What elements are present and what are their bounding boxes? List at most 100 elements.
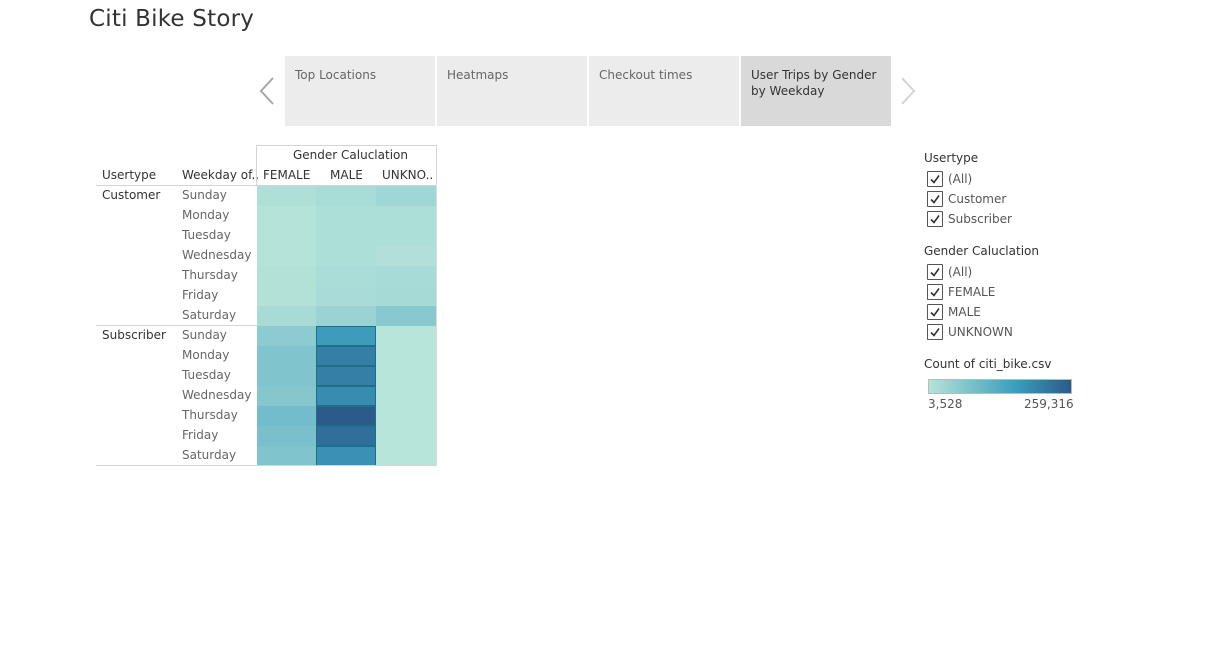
- table-bottom-border: [96, 465, 437, 466]
- story-point-user-trips-by-gender[interactable]: User Trips by Gender by Weekday: [741, 56, 891, 126]
- story-point-label: User Trips by Gender by Weekday: [751, 68, 877, 98]
- heatmap-cell[interactable]: [257, 306, 317, 326]
- weekday-label: Monday: [182, 208, 230, 222]
- story-point-heatmaps[interactable]: Heatmaps: [437, 56, 587, 126]
- chevron-right-icon[interactable]: [899, 76, 917, 106]
- row-header-weekday[interactable]: Weekday of..: [182, 168, 259, 182]
- heatmap-cell[interactable]: [376, 226, 436, 246]
- heatmap-cell[interactable]: [257, 206, 317, 226]
- checkmark-icon[interactable]: [927, 264, 943, 280]
- checkbox-label: FEMALE: [948, 285, 996, 299]
- heatmap-cell[interactable]: [316, 406, 376, 426]
- heatmap-cell[interactable]: [376, 306, 436, 326]
- heatmap-cell[interactable]: [316, 286, 376, 306]
- heatmap-cell[interactable]: [257, 226, 317, 246]
- heatmap-cell[interactable]: [376, 346, 436, 366]
- column-header-unknown[interactable]: UNKNO..: [382, 168, 433, 182]
- heatmap-cell[interactable]: [316, 446, 376, 466]
- heatmap-cell[interactable]: [376, 186, 436, 206]
- checkmark-icon[interactable]: [927, 171, 943, 187]
- weekday-label: Thursday: [182, 268, 238, 282]
- weekday-label: Wednesday: [182, 388, 252, 402]
- story-point-top-locations[interactable]: Top Locations: [285, 56, 435, 126]
- weekday-label: Friday: [182, 288, 219, 302]
- gender-filter-title: Gender Caluclation: [924, 244, 1039, 258]
- heatmap-cell[interactable]: [257, 406, 317, 426]
- heatmap-cell[interactable]: [257, 326, 317, 346]
- heatmap-cell[interactable]: [316, 366, 376, 386]
- checkmark-icon[interactable]: [927, 211, 943, 227]
- checkmark-icon[interactable]: [927, 324, 943, 340]
- story-title: Citi Bike Story: [89, 6, 255, 32]
- heatmap-cell[interactable]: [316, 226, 376, 246]
- heatmap-cell[interactable]: [257, 446, 317, 466]
- usertype-option-all[interactable]: (All): [927, 171, 972, 187]
- heatmap-cell[interactable]: [316, 266, 376, 286]
- color-legend-max: 259,316: [1024, 397, 1074, 411]
- heatmap-cell[interactable]: [376, 386, 436, 406]
- heatmap-cell[interactable]: [257, 246, 317, 266]
- heatmap-cell[interactable]: [376, 366, 436, 386]
- usertype-option-customer[interactable]: Customer: [927, 191, 1006, 207]
- heatmap-cell[interactable]: [316, 386, 376, 406]
- story-point-label: Heatmaps: [447, 68, 509, 82]
- checkmark-icon[interactable]: [927, 304, 943, 320]
- weekday-label: Saturday: [182, 448, 237, 462]
- heatmap-cell[interactable]: [257, 426, 317, 446]
- checkmark-icon[interactable]: [927, 191, 943, 207]
- row-header-usertype[interactable]: Usertype: [102, 168, 156, 182]
- weekday-label: Monday: [182, 348, 230, 362]
- weekday-label: Sunday: [182, 188, 227, 202]
- gender-option-male[interactable]: MALE: [927, 304, 981, 320]
- heatmap-cell[interactable]: [376, 446, 436, 466]
- header-divider: [96, 185, 437, 186]
- checkmark-icon[interactable]: [927, 284, 943, 300]
- usertype-label-subscriber: Subscriber: [102, 328, 166, 342]
- heatmap-cell[interactable]: [316, 306, 376, 326]
- header-divider: [256, 145, 437, 146]
- column-group-header: Gender Caluclation: [293, 148, 408, 162]
- checkbox-label: UNKNOWN: [948, 325, 1013, 339]
- header-divider: [436, 145, 437, 185]
- heatmap-cell[interactable]: [257, 366, 317, 386]
- heatmap-cell[interactable]: [376, 286, 436, 306]
- heatmap-cell[interactable]: [316, 206, 376, 226]
- heatmap-cell[interactable]: [257, 266, 317, 286]
- heatmap-cell[interactable]: [376, 406, 436, 426]
- usertype-label-customer: Customer: [102, 188, 161, 202]
- heatmap-cell[interactable]: [316, 186, 376, 206]
- table-right-border: [436, 185, 437, 465]
- heatmap-cell[interactable]: [257, 286, 317, 306]
- color-legend-min: 3,528: [928, 397, 963, 411]
- story-point-checkout-times[interactable]: Checkout times: [589, 56, 739, 126]
- weekday-label: Wednesday: [182, 248, 252, 262]
- heatmap-cell[interactable]: [316, 326, 376, 346]
- column-header-female[interactable]: FEMALE: [263, 168, 310, 182]
- gender-option-female[interactable]: FEMALE: [927, 284, 995, 300]
- heatmap-cell[interactable]: [316, 246, 376, 266]
- heatmap-cell[interactable]: [376, 326, 436, 346]
- weekday-label: Thursday: [182, 408, 238, 422]
- weekday-label: Friday: [182, 428, 219, 442]
- heatmap-cell[interactable]: [376, 426, 436, 446]
- story-point-label: Top Locations: [295, 68, 377, 82]
- color-legend-title: Count of citi_bike.csv: [924, 357, 1052, 371]
- heatmap-cell[interactable]: [376, 246, 436, 266]
- column-header-male[interactable]: MALE: [330, 168, 363, 182]
- weekday-label: Tuesday: [182, 228, 231, 242]
- heatmap-cell[interactable]: [376, 266, 436, 286]
- usertype-option-subscriber[interactable]: Subscriber: [927, 211, 1012, 227]
- heatmap-cell[interactable]: [257, 186, 317, 206]
- heatmap-cell[interactable]: [316, 346, 376, 366]
- weekday-label: Tuesday: [182, 368, 231, 382]
- heatmap-cell[interactable]: [257, 346, 317, 366]
- gender-option-all[interactable]: (All): [927, 264, 972, 280]
- chevron-left-icon[interactable]: [258, 76, 276, 106]
- heatmap-cell[interactable]: [376, 206, 436, 226]
- weekday-label: Sunday: [182, 328, 227, 342]
- checkbox-label: MALE: [948, 305, 981, 319]
- heatmap-cell[interactable]: [257, 386, 317, 406]
- gender-option-unknown[interactable]: UNKNOWN: [927, 324, 1013, 340]
- checkbox-label: (All): [948, 172, 973, 186]
- heatmap-cell[interactable]: [316, 426, 376, 446]
